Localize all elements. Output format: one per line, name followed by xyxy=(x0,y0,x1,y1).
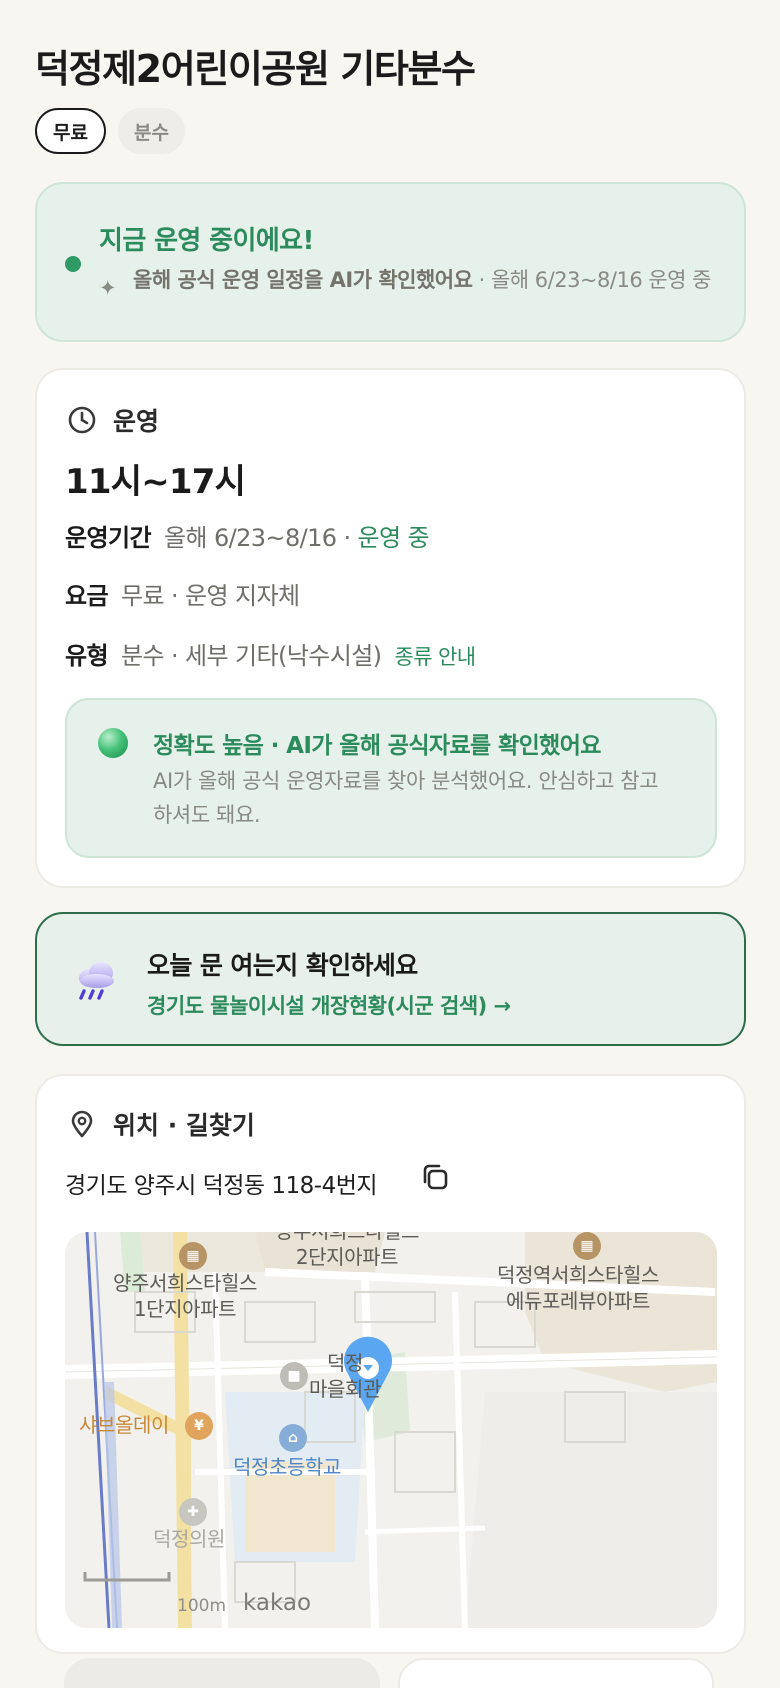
apartment-icon: ▦ xyxy=(179,1242,207,1270)
operation-section-label: 운영 xyxy=(113,407,160,436)
page: 덕정제2어린이공원 기타분수 무료 분수 지금 운영 중이에요! ✦ 올해 공식… xyxy=(0,0,780,1688)
operating-hours: 11시~17시 xyxy=(65,462,246,502)
clinic-icon: ✚ xyxy=(179,1498,207,1526)
sparkle-icon: ✦ xyxy=(99,276,117,300)
map-scale-label: 100m xyxy=(177,1596,227,1616)
map-label-clinic: 덕정의원 xyxy=(153,1527,225,1551)
restaurant-icon: ¥ xyxy=(185,1412,213,1440)
map-label-apt2: 양주서희스타힐스 2단지아파트 xyxy=(275,1232,419,1269)
rain-cloud-icon xyxy=(79,962,114,1000)
type-row: 유형 분수 · 세부 기타(낙수시설) 종류 안내 xyxy=(65,636,476,671)
map-label-apt-right: 덕정역서희스타힐스 에듀포레뷰아파트 xyxy=(497,1263,659,1313)
tag-list: 무료 분수 xyxy=(35,108,185,154)
type-guide-link[interactable]: 종류 안내 xyxy=(394,645,476,669)
operation-card: 운영 11시~17시 운영기간 올해 6/23~8/16 · 운영 중 요금 무… xyxy=(35,368,746,888)
tag-fountain[interactable]: 분수 xyxy=(117,108,185,154)
status-headline: 지금 운영 중이에요! xyxy=(99,226,314,256)
apartment-icon: ▦ xyxy=(573,1232,601,1260)
location-section-header: 위치 · 길찾기 xyxy=(67,1106,255,1142)
accuracy-body: AI가 올해 공식 운영자료를 찾아 분석했어요. 안심하고 참고하셔도 돼요. xyxy=(153,769,659,827)
copy-icon[interactable] xyxy=(419,1162,451,1194)
map-provider-logo: kakao xyxy=(243,1590,312,1616)
green-orb-icon xyxy=(98,728,128,758)
page-title: 덕정제2어린이공원 기타분수 xyxy=(35,47,476,91)
operating-status-card: 지금 운영 중이에요! ✦ 올해 공식 운영 일정을 AI가 확인했어요 · 올… xyxy=(35,182,746,342)
period-key: 운영기간 xyxy=(65,524,152,552)
bottom-card-left[interactable] xyxy=(64,1658,380,1688)
map-view[interactable]: 양주서희스타힐스 2단지아파트 ▦ 양주서희스타힐스 1단지아파트 ▦ 덕정역서… xyxy=(65,1232,717,1628)
map-label-hall: 덕정 마을회관 xyxy=(309,1351,381,1401)
check-open-headline: 오늘 문 여는지 확인하세요 xyxy=(147,951,418,980)
fee-key: 요금 xyxy=(65,582,109,610)
open-status-link[interactable]: 경기도 물놀이시설 개장현황(시군 검색) → xyxy=(147,990,511,1020)
period-status: 운영 중 xyxy=(357,524,430,552)
map-label-apt1: 양주서희스타힐스 1단지아파트 xyxy=(113,1271,257,1321)
period-value: 올해 6/23~8/16 · xyxy=(163,524,351,552)
status-ai-note: 올해 공식 운영 일정을 AI가 확인했어요 xyxy=(133,268,473,292)
status-subtext: 올해 공식 운영 일정을 AI가 확인했어요 · 올해 6/23~8/16 운영… xyxy=(133,266,733,295)
tag-free[interactable]: 무료 xyxy=(35,108,106,154)
type-key: 유형 xyxy=(65,642,109,670)
map-label-restaurant: 샤브올데이 xyxy=(79,1413,169,1437)
fee-row: 요금 무료 · 운영 지자체 xyxy=(65,576,300,611)
operation-section-header: 운영 xyxy=(67,402,159,438)
map-label-school: 덕정초등학교 xyxy=(233,1455,341,1479)
status-dot-icon xyxy=(65,256,81,272)
location-section-label: 위치 · 길찾기 xyxy=(113,1111,255,1140)
location-pin-icon xyxy=(71,1110,93,1138)
clock-icon xyxy=(68,406,96,434)
hall-icon: ■ xyxy=(280,1362,308,1390)
bottom-card-right[interactable] xyxy=(398,1658,714,1688)
fee-value: 무료 · 운영 지자체 xyxy=(121,582,300,610)
type-value: 분수 · 세부 기타(낙수시설) xyxy=(121,642,382,670)
check-open-card[interactable]: 오늘 문 여는지 확인하세요 경기도 물놀이시설 개장현황(시군 검색) → xyxy=(35,912,746,1046)
status-period-note: · 올해 6/23~8/16 운영 중 xyxy=(478,268,712,292)
school-icon: ⌂ xyxy=(279,1424,307,1452)
address-text: 경기도 양주시 덕정동 118-4번지 xyxy=(65,1173,378,1199)
accuracy-headline: 정확도 높음 · AI가 올해 공식자료를 확인했어요 xyxy=(153,733,601,759)
operation-period-row: 운영기간 올해 6/23~8/16 · 운영 중 xyxy=(65,518,430,553)
accuracy-notice: 정확도 높음 · AI가 올해 공식자료를 확인했어요 AI가 올해 공식 운영… xyxy=(65,698,717,858)
location-card: 위치 · 길찾기 경기도 양주시 덕정동 118-4번지 2단지아파트 ▦ 양주… xyxy=(35,1074,746,1654)
